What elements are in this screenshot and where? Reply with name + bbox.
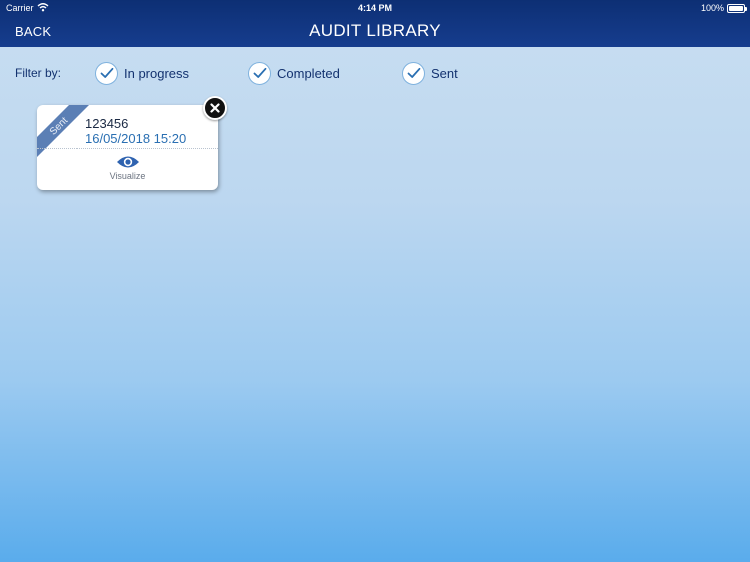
filter-completed[interactable]: Completed [248,61,340,85]
audit-card[interactable]: Sent 123456 16/05/2018 15:20 Visualize [37,105,218,190]
navigation-header: Carrier 4:14 PM 100% BACK AUDIT LIBRARY [0,0,750,47]
status-bar: Carrier 4:14 PM 100% [0,0,750,16]
checkmark-icon [95,61,118,85]
filter-in-progress[interactable]: In progress [95,61,189,85]
battery-percentage: 100% [700,3,724,13]
checkmark-icon [402,61,425,85]
filter-sent-label: Sent [431,65,458,81]
battery-icon [727,4,747,13]
divider [77,148,218,149]
page-title: AUDIT LIBRARY [309,21,441,40]
filter-in-progress-label: In progress [124,65,190,81]
divider [37,148,77,149]
close-icon [210,103,220,113]
audit-date: 16/05/2018 15:20 [85,131,187,146]
clock: 4:14 PM [357,3,392,13]
visualize-label: Visualize [109,171,146,181]
filter-sent[interactable]: Sent [402,61,458,85]
audit-id: 123456 [85,116,129,131]
delete-card-button[interactable] [203,96,227,120]
checkmark-icon [248,61,271,85]
filter-completed-label: Completed [277,65,340,81]
eye-icon [116,156,139,168]
status-ribbon: Sent [37,105,89,157]
filter-label: Filter by: [15,66,62,80]
visualize-button[interactable]: Visualize [37,155,218,181]
